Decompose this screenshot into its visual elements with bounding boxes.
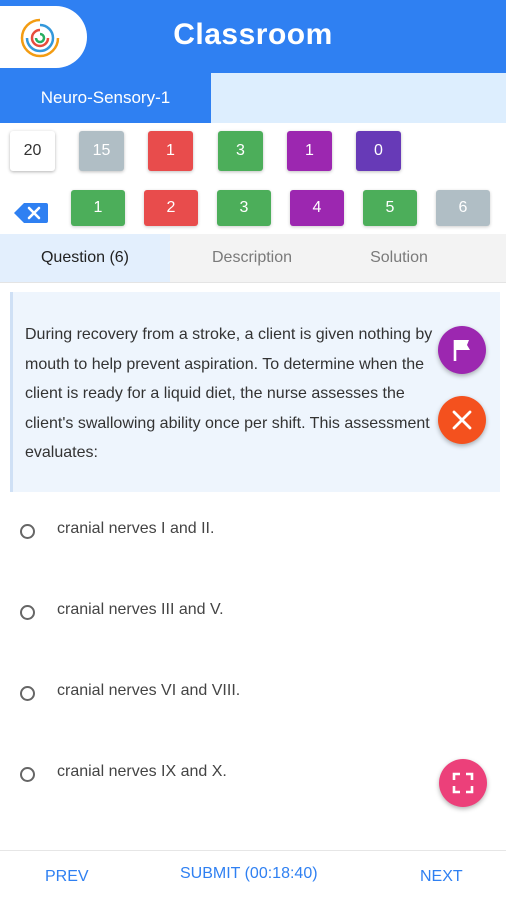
stat-unanswered: 15 (79, 131, 124, 171)
backspace-icon[interactable] (14, 202, 48, 224)
radio-icon[interactable] (20, 767, 35, 782)
next-button[interactable]: NEXT (420, 868, 463, 886)
fullscreen-button[interactable] (439, 759, 487, 807)
question-number-6[interactable]: 6 (436, 190, 490, 226)
stat-other: 0 (356, 131, 401, 171)
submit-button[interactable]: SUBMIT (00:18:40) (180, 865, 318, 883)
answer-label: cranial nerves VI and VIII. (57, 682, 241, 699)
answer-option-1[interactable]: cranial nerves I and II. (20, 518, 440, 548)
question-text: During recovery from a stroke, a client … (25, 326, 433, 461)
topic-tabs: Neuro-Sensory-1 (0, 73, 506, 123)
content-tabs: Question (6) Description Solution (0, 234, 506, 283)
question-number-1[interactable]: 1 (71, 190, 125, 226)
answer-option-2[interactable]: cranial nerves III and V. (20, 599, 440, 629)
stat-incorrect: 1 (148, 131, 193, 171)
close-icon (452, 410, 472, 430)
answer-label: cranial nerves I and II. (57, 520, 215, 537)
prev-button[interactable]: PREV (45, 868, 89, 886)
question-number-4[interactable]: 4 (290, 190, 344, 226)
app-header: Classroom (0, 0, 506, 73)
answer-option-4[interactable]: cranial nerves IX and X. (20, 761, 440, 791)
question-number-2[interactable]: 2 (144, 190, 198, 226)
fullscreen-icon (452, 772, 474, 794)
stat-total: 20 (10, 131, 55, 171)
tab-solution[interactable]: Solution (334, 234, 464, 282)
question-number-3[interactable]: 3 (217, 190, 271, 226)
footer-nav: PREV SUBMIT (00:18:40) NEXT (0, 850, 506, 901)
flag-icon (453, 340, 470, 361)
answer-label: cranial nerves III and V. (57, 601, 224, 618)
stat-correct: 3 (218, 131, 263, 171)
radio-icon[interactable] (20, 524, 35, 539)
close-button[interactable] (438, 396, 486, 444)
question-number-5[interactable]: 5 (363, 190, 417, 226)
page-title: Classroom (173, 18, 333, 51)
radio-icon[interactable] (20, 686, 35, 701)
question-card: During recovery from a stroke, a client … (10, 292, 500, 492)
tab-neuro-sensory[interactable]: Neuro-Sensory-1 (0, 73, 211, 123)
flag-button[interactable] (438, 326, 486, 374)
tab-question[interactable]: Question (6) (0, 234, 170, 282)
answer-label: cranial nerves IX and X. (57, 763, 227, 780)
stat-flagged: 1 (287, 131, 332, 171)
answer-option-3[interactable]: cranial nerves VI and VIII. (20, 680, 440, 710)
tab-description[interactable]: Description (170, 234, 334, 282)
radio-icon[interactable] (20, 605, 35, 620)
